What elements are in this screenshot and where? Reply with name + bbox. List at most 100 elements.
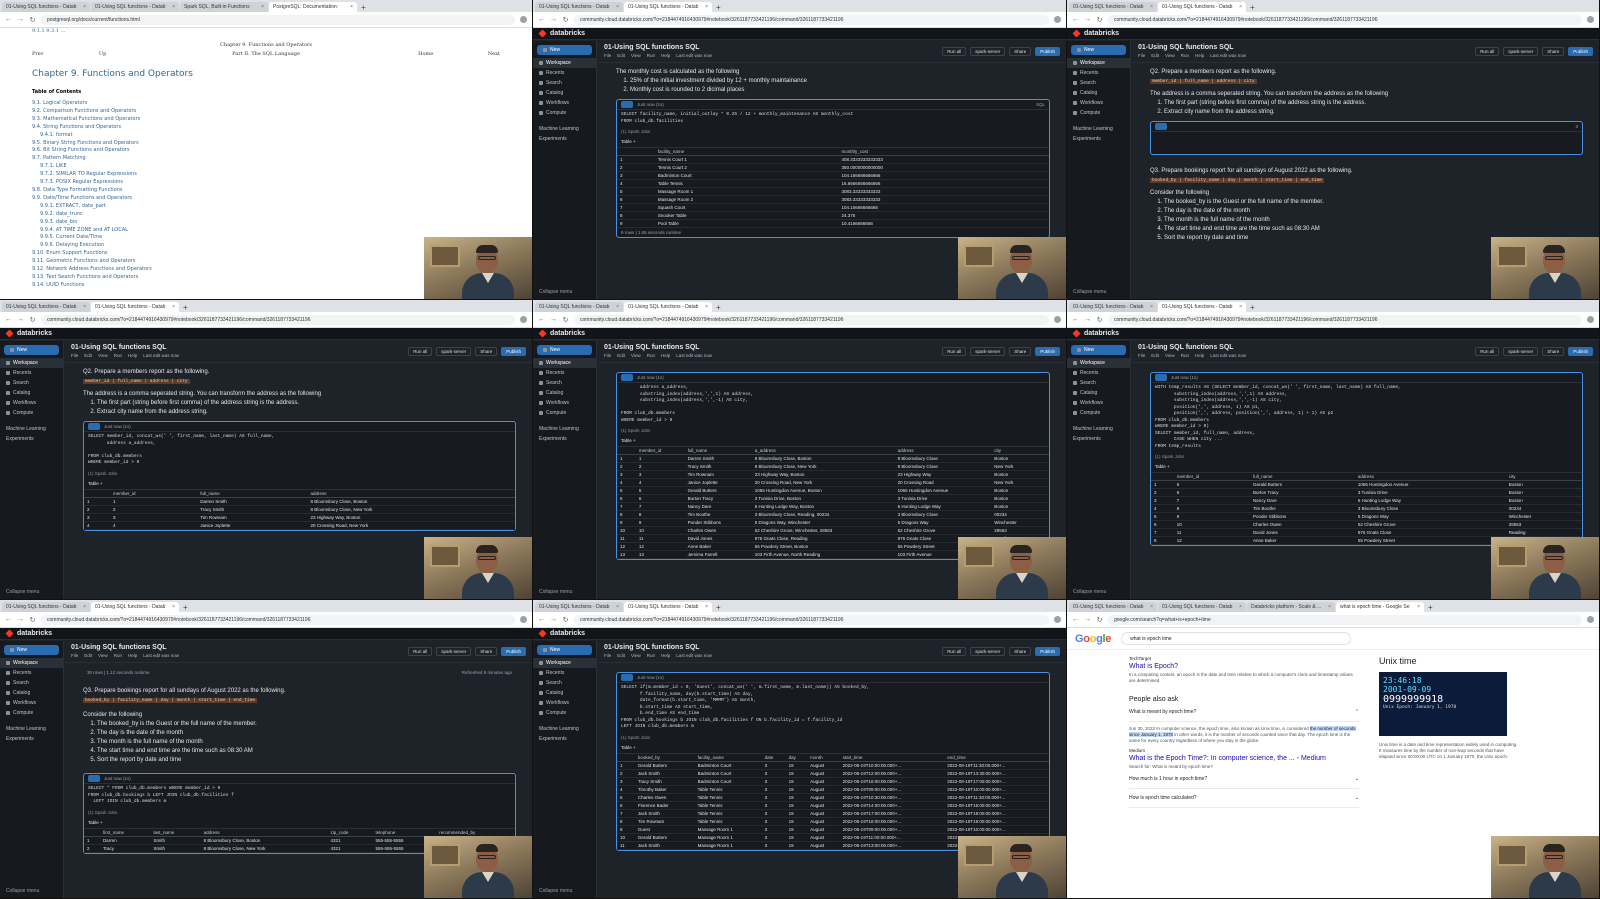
publish-button[interactable]: Publish — [1035, 347, 1060, 356]
cell-language[interactable]: SQL — [1036, 102, 1045, 107]
databricks-brand[interactable]: databricks — [550, 30, 585, 37]
run-all-button[interactable]: Run all — [1475, 47, 1500, 56]
toc-link[interactable]: 9.3. Mathematical Functions and Operator… — [32, 116, 500, 124]
last-edit-link[interactable]: Last edit was now — [143, 353, 179, 358]
sidebar-item-workflows[interactable]: Workflows — [533, 698, 596, 708]
close-icon[interactable]: × — [1150, 4, 1153, 10]
table-tab[interactable]: Table — [621, 438, 632, 443]
paa-question[interactable]: What is meant by epoch time? ⌃ — [1129, 703, 1359, 722]
browser-tab[interactable]: PostgreSQL: Documentation: × — [269, 2, 357, 12]
menu-file[interactable]: File — [1138, 53, 1145, 58]
sidebar-item-experiments[interactable]: Experiments — [0, 734, 63, 744]
spark-jobs[interactable]: (1) Spark Jobs — [617, 426, 1049, 435]
column-header[interactable]: end_time — [944, 753, 1049, 762]
sidebar-item-recents[interactable]: Recents — [533, 68, 596, 78]
share-button[interactable]: Share — [1542, 347, 1565, 356]
share-button[interactable]: Share — [475, 647, 498, 656]
new-tab-button[interactable]: + — [1247, 3, 1258, 12]
toc-link[interactable]: 9.5. Binary String Functions and Operato… — [32, 140, 500, 148]
forward-icon[interactable]: → — [550, 316, 557, 323]
column-header[interactable]: booked_by — [634, 753, 695, 762]
sidebar-item-compute[interactable]: Compute — [0, 708, 63, 718]
browser-tab[interactable]: 01-Using SQL functions - Datab × — [1158, 2, 1246, 12]
notebook-language-badge[interactable]: SQL — [152, 344, 166, 351]
back-icon[interactable]: ← — [5, 316, 12, 323]
column-header[interactable]: member_id — [110, 489, 198, 498]
new-tab-button[interactable]: + — [1247, 303, 1258, 312]
browser-tab[interactable]: 01-Using SQL functions - Datab × — [535, 2, 623, 12]
add-visualization-button[interactable]: + — [100, 481, 103, 486]
spark-jobs[interactable]: (1) Spark Jobs — [1151, 452, 1582, 461]
sidebar-item-recents[interactable]: Recents — [0, 668, 63, 678]
sidebar-item-recents[interactable]: Recents — [533, 368, 596, 378]
menu-edit[interactable]: Edit — [1151, 353, 1159, 358]
table-tab[interactable]: Table — [621, 139, 632, 144]
browser-tab[interactable]: 01-Using SQL functions - Datab × — [2, 602, 90, 612]
menu-edit[interactable]: Edit — [617, 53, 625, 58]
menu-help[interactable]: Help — [661, 353, 670, 358]
close-icon[interactable]: × — [261, 4, 264, 10]
code-editor[interactable]: address a_address, substring_index(addre… — [617, 383, 1049, 426]
sidebar-item-workflows[interactable]: Workflows — [533, 98, 596, 108]
last-edit-link[interactable]: Last edit was now — [676, 653, 712, 658]
menu-file[interactable]: File — [71, 353, 78, 358]
sidebar-item-workspace[interactable]: Workspace — [1067, 58, 1130, 68]
toc-link[interactable]: 9.9. Date/Time Functions and Operators — [32, 195, 500, 203]
code-editor[interactable]: SELECT member_id, concat_ws(' ', first_n… — [84, 432, 515, 469]
sidebar-item-new[interactable]: New — [537, 645, 592, 655]
menu-edit[interactable]: Edit — [617, 353, 625, 358]
result-title-link[interactable]: What is Epoch? — [1129, 663, 1359, 670]
result-tabs[interactable]: Table + — [617, 742, 1049, 754]
url-input[interactable]: community.cloud.databricks.com/?o=218447… — [41, 614, 515, 625]
code-editor[interactable]: SELECT facility_name, initial_outlay * 0… — [617, 110, 1049, 127]
sidebar-item-recents[interactable]: Recents — [533, 668, 596, 678]
forward-icon[interactable]: → — [17, 16, 24, 23]
sidebar-item-workflows[interactable]: Workflows — [0, 698, 63, 708]
databricks-brand[interactable]: databricks — [1084, 30, 1119, 37]
sidebar-item-workspace[interactable]: Workspace — [533, 58, 596, 68]
sidebar-item-recents[interactable]: Recents — [0, 368, 63, 378]
share-button[interactable]: Share — [1009, 647, 1032, 656]
forward-icon[interactable]: → — [550, 616, 557, 623]
databricks-brand[interactable]: databricks — [1084, 330, 1119, 337]
databricks-brand[interactable]: databricks — [17, 630, 52, 637]
publish-button[interactable]: Publish — [1035, 47, 1060, 56]
browser-tab[interactable]: 01-Using SQL functions - Datab × — [1158, 602, 1246, 612]
code-cell[interactable]: Just now (1s) WITH temp_results AS (SELE… — [1150, 372, 1583, 546]
table-tab[interactable]: Table — [621, 745, 632, 750]
close-icon[interactable]: × — [616, 304, 619, 310]
result-tabs[interactable]: Table + — [84, 817, 515, 829]
sidebar-item-compute[interactable]: Compute — [533, 708, 596, 718]
run-all-button[interactable]: Run all — [408, 647, 433, 656]
spark-jobs[interactable]: (1) Spark Jobs — [84, 469, 515, 478]
cluster-selector[interactable]: spark-server — [1503, 347, 1539, 356]
empty-code-cell[interactable]: 3 — [1150, 121, 1583, 155]
run-cell-button[interactable] — [88, 423, 100, 430]
url-input[interactable]: community.cloud.databricks.com/?o=218447… — [574, 314, 1049, 325]
browser-tab[interactable]: 01-Using SQL functions - Datab × — [624, 2, 712, 12]
collapse-menu-button[interactable]: Collapse menu — [1073, 589, 1106, 595]
menu-file[interactable]: File — [1138, 353, 1145, 358]
column-header[interactable]: first_name — [99, 828, 151, 837]
menu-view[interactable]: View — [1165, 353, 1175, 358]
table-tab[interactable]: Table — [88, 481, 99, 486]
code-cell[interactable]: Just now (1s) SELECT if(m.member_id = 0,… — [616, 672, 1050, 851]
profile-icon[interactable] — [1587, 616, 1594, 623]
browser-tab[interactable]: 01-Using SQL functions - Datab × — [2, 302, 90, 312]
sidebar-item-experiments[interactable]: Experiments — [533, 734, 596, 744]
sidebar-item-catalog[interactable]: Catalog — [1067, 388, 1130, 398]
column-header[interactable]: telephone — [372, 828, 437, 837]
toc-link[interactable]: 9.7. Pattern Matching — [32, 155, 500, 163]
add-visualization-button[interactable]: + — [100, 820, 103, 825]
share-button[interactable]: Share — [1542, 47, 1565, 56]
run-cell-button[interactable] — [1155, 123, 1167, 130]
databricks-brand[interactable]: databricks — [550, 630, 585, 637]
sidebar-item-machine-learning[interactable]: Machine Learning — [0, 724, 63, 734]
google-logo[interactable]: Google — [1075, 633, 1111, 645]
new-tab-button[interactable]: + — [1425, 603, 1436, 612]
close-icon[interactable]: × — [1239, 604, 1242, 610]
profile-icon[interactable] — [1054, 16, 1061, 23]
close-icon[interactable]: × — [705, 604, 708, 610]
menu-edit[interactable]: Edit — [617, 653, 625, 658]
sidebar-item-experiments[interactable]: Experiments — [533, 134, 596, 144]
